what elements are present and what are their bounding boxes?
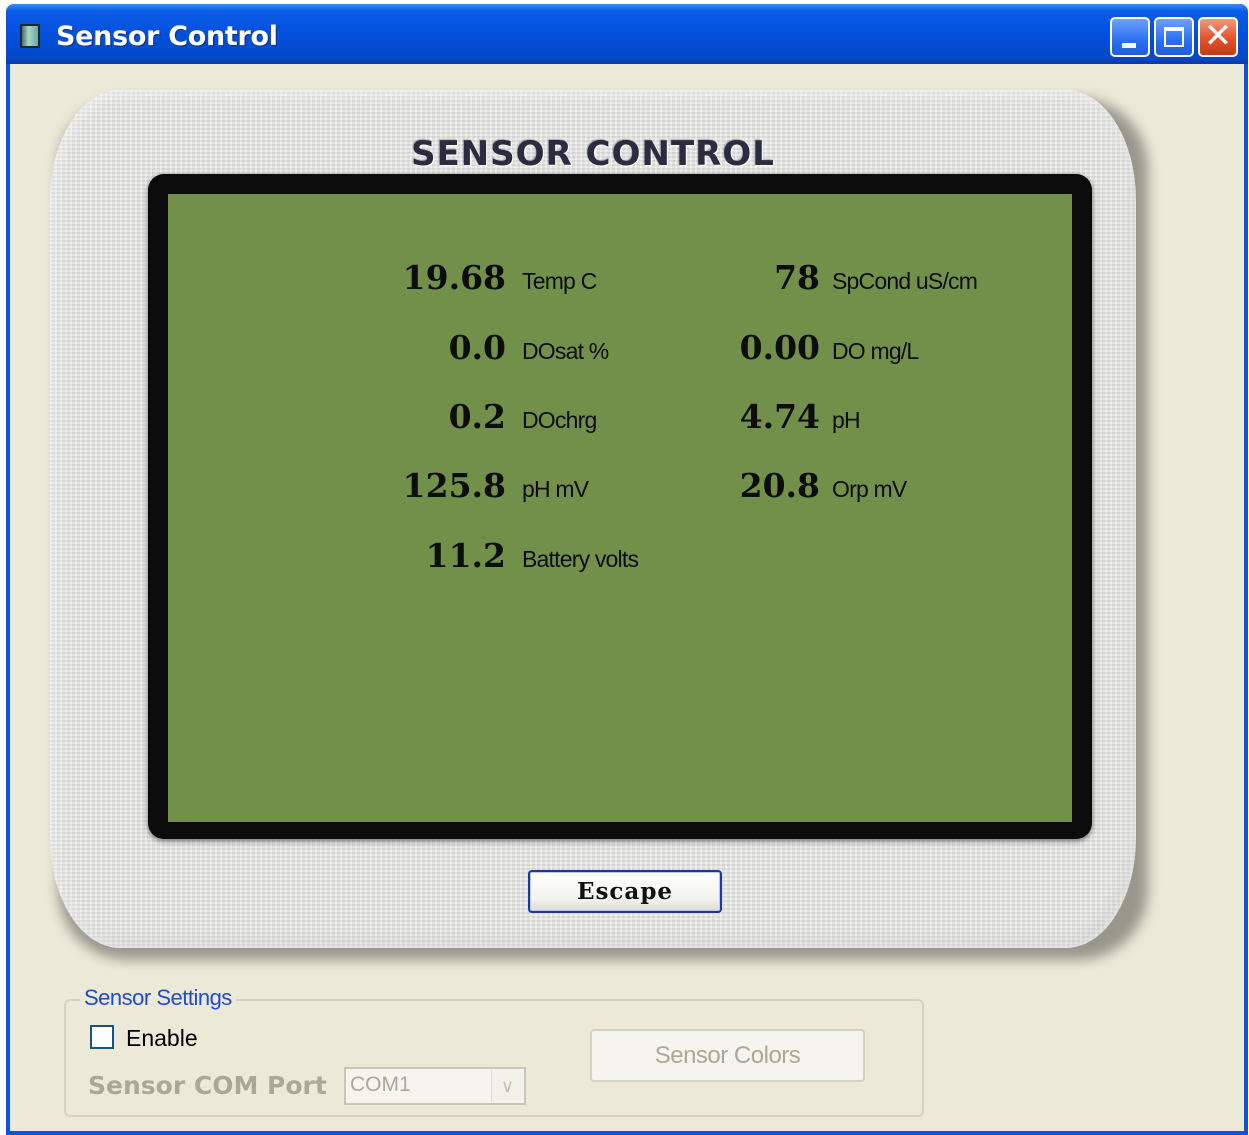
app-icon [20,24,40,48]
minimize-button[interactable] [1110,17,1150,57]
sensor-settings-legend: Sensor Settings [80,985,236,1011]
reading-label: pH mV [522,476,589,502]
enable-label[interactable]: Enable [126,1025,198,1052]
device-title: SENSOR CONTROL [411,134,775,174]
reading-label: pH [832,407,861,433]
lcd-bezel: 19.68 Temp C 0.0 DOsat % 0.2 DOchrg 125.… [148,174,1092,839]
minimize-icon [1122,43,1136,48]
reading-value: 0.0 [448,328,506,367]
chevron-down-icon[interactable]: ∨ [491,1070,523,1102]
close-button[interactable]: ✕ [1198,16,1238,57]
window-title: Sensor Control [56,21,278,52]
reading-value: 0.2 [448,397,506,436]
title-bar[interactable]: Sensor Control ✕ [6,4,1248,64]
reading-value: 20.8 [739,466,820,505]
reading-label: Temp C [522,268,597,294]
reading-label: DO mg/L [832,338,919,364]
reading-value: 4.74 [739,397,820,436]
lcd-display: 19.68 Temp C 0.0 DOsat % 0.2 DOchrg 125.… [168,194,1072,822]
reading-value: 11.2 [425,536,506,575]
reading-label: DOsat % [522,338,609,364]
escape-button[interactable]: Escape [528,870,722,913]
reading-value: 0.00 [739,328,820,367]
close-icon: ✕ [1203,16,1233,56]
sensor-colors-button[interactable]: Sensor Colors [590,1029,865,1082]
reading-label: DOchrg [522,407,597,433]
reading-label: Battery volts [522,546,639,572]
enable-checkbox[interactable] [90,1025,114,1049]
reading-label: Orp mV [832,476,907,502]
device-panel: SENSOR CONTROL 19.68 Temp C 0.0 DOsat % … [50,90,1136,948]
com-port-value: COM1 [350,1073,411,1096]
maximize-icon [1164,27,1184,47]
com-port-label: Sensor COM Port [88,1071,327,1100]
sensor-control-window: Sensor Control ✕ SENSOR CONTROL 19.68 Te… [6,4,1248,1135]
maximize-button[interactable] [1154,17,1194,57]
reading-value: 78 [774,258,820,297]
com-port-select[interactable]: COM1 ∨ [344,1067,526,1105]
reading-label: SpCond uS/cm [832,268,978,294]
reading-value: 19.68 [402,258,506,297]
window-client-area: SENSOR CONTROL 19.68 Temp C 0.0 DOsat % … [10,64,1244,1131]
reading-value: 125.8 [402,466,506,505]
sensor-settings-group: Sensor Settings Enable Sensor COM Port C… [64,985,924,1117]
